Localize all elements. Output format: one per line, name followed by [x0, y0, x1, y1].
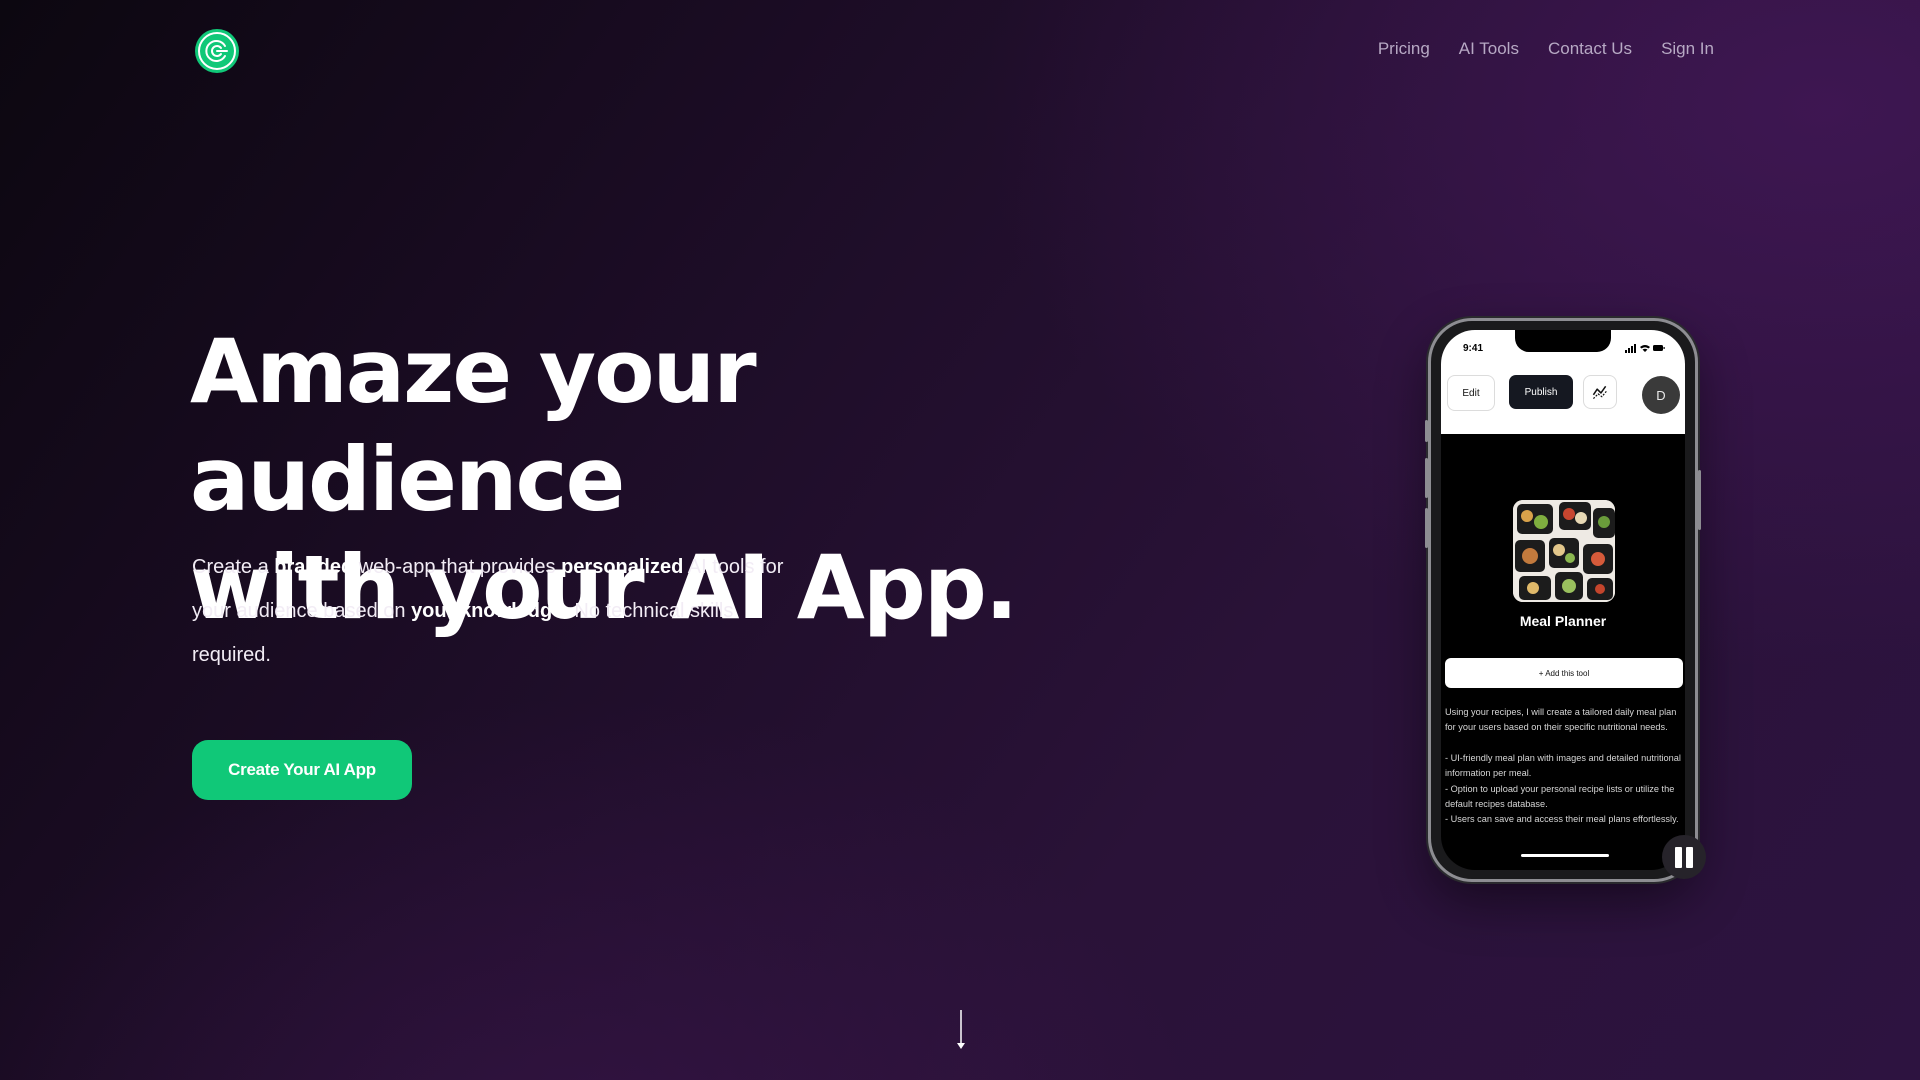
analytics-icon	[1592, 385, 1608, 400]
phone-side-button	[1425, 420, 1428, 442]
phone-side-button	[1425, 508, 1428, 548]
nav-contact-us-link[interactable]: Contact Us	[1548, 36, 1632, 62]
phone-side-button	[1698, 470, 1701, 530]
publish-button[interactable]: Publish	[1509, 375, 1573, 409]
pause-video-button[interactable]	[1662, 835, 1706, 879]
edit-button[interactable]: Edit	[1447, 375, 1495, 411]
analytics-button[interactable]	[1583, 375, 1617, 409]
tool-name: Meal Planner	[1519, 613, 1607, 629]
create-ai-app-button[interactable]: Create Your AI App	[192, 740, 412, 800]
nav-pricing-link[interactable]: Pricing	[1378, 36, 1430, 62]
site-header: Pricing AI Tools Contact Us Sign In	[0, 0, 1920, 100]
phone-screen: 9:41 Edit Publish D Meal Planner + Add t…	[1441, 330, 1685, 870]
hero-title-line-1: Amaze your audience	[190, 320, 757, 531]
status-time: 9:41	[1463, 343, 1484, 354]
meal-planner-image	[1513, 500, 1615, 602]
phone-mockup: 9:41 Edit Publish D Meal Planner + Add t…	[1428, 318, 1698, 882]
tool-bullet: - Users can save and access their meal p…	[1445, 814, 1679, 825]
phone-side-button	[1425, 458, 1428, 498]
hero-subtitle: Create a branded web-app that provides p…	[192, 556, 784, 666]
pause-icon	[1675, 847, 1682, 868]
nav-sign-in-link[interactable]: Sign In	[1661, 36, 1714, 62]
tool-bullet: - UI-friendly meal plan with images and …	[1445, 752, 1681, 779]
status-icons	[1625, 344, 1665, 353]
main-nav: Pricing AI Tools Contact Us Sign In	[1378, 36, 1714, 62]
tool-bullet: - Option to upload your personal recipe …	[1445, 783, 1675, 810]
logo-icon[interactable]	[194, 28, 240, 74]
pause-icon	[1686, 847, 1693, 868]
arrow-down-icon[interactable]	[954, 1008, 968, 1052]
home-indicator	[1521, 854, 1609, 857]
app-toolbar: Edit Publish D	[1447, 373, 1680, 414]
phone-notch	[1515, 330, 1611, 352]
add-tool-button[interactable]: + Add this tool	[1445, 658, 1683, 688]
app-header: 9:41 Edit Publish D	[1441, 330, 1685, 434]
avatar[interactable]: D	[1642, 376, 1680, 414]
tool-description: Using your recipes, I will create a tail…	[1445, 705, 1685, 828]
nav-ai-tools-link[interactable]: AI Tools	[1459, 36, 1519, 62]
tool-description-text: Using your recipes, I will create a tail…	[1445, 707, 1677, 733]
